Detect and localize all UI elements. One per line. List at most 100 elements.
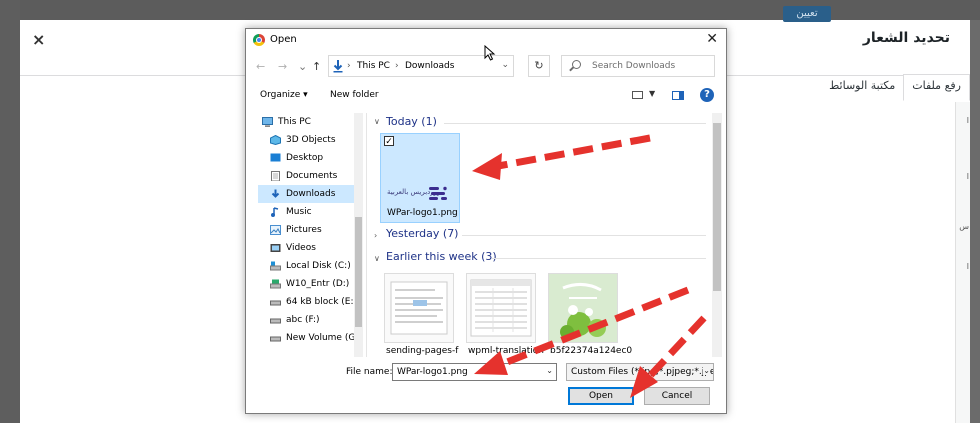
sidebar-item-pictures[interactable]: Pictures: [258, 221, 354, 239]
organize-button[interactable]: Organize ▾: [260, 90, 308, 100]
document-preview-icon: [470, 279, 532, 337]
modal-title: تحديد الشعار: [862, 30, 950, 46]
image-preview-icon: [549, 274, 617, 342]
group-header-earlier-this-week[interactable]: Earlier this week (3): [386, 250, 497, 263]
chevron-right-icon[interactable]: ›: [374, 231, 377, 240]
scrollbar-thumb[interactable]: [355, 217, 362, 327]
modal-close-button[interactable]: ×: [32, 30, 45, 49]
breadcrumb-this-pc[interactable]: This PC: [357, 61, 390, 71]
navigation-scrollbar[interactable]: [354, 113, 363, 357]
drive-icon: [270, 279, 281, 289]
file-thumbnail[interactable]: [466, 273, 536, 343]
set-logo-button[interactable]: تعيين: [783, 6, 831, 22]
sidebar-item-local-disk-c[interactable]: Local Disk (C:): [258, 257, 354, 275]
sidebar-item-label: 3D Objects: [286, 135, 336, 145]
file-thumbnail[interactable]: [548, 273, 618, 343]
search-icon: [572, 60, 581, 69]
file-name-label: b5f22374a124ec0: [550, 346, 633, 356]
wpar-logo-thumbnail: ووردبريس بالعربية: [387, 186, 447, 200]
document-preview-icon: [390, 281, 448, 335]
checkbox[interactable]: ✓: [384, 136, 394, 147]
sidebar-item-new-volume-g[interactable]: New Volume (G:: [258, 329, 354, 347]
sidebar-item-3d-objects[interactable]: 3D Objects: [258, 131, 354, 149]
open-button[interactable]: Open: [568, 387, 634, 405]
file-type-value: Custom Files (*.jpg;*.pjpeg;*.jpe: [571, 367, 714, 377]
drive-icon: [270, 318, 281, 324]
group-header-today[interactable]: Today (1): [386, 115, 437, 128]
chevron-down-icon[interactable]: ∨: [374, 117, 380, 126]
view-options-icon[interactable]: [632, 91, 643, 99]
sidebar-item-label: Downloads: [286, 189, 336, 199]
backdrop-left: [0, 0, 20, 423]
file-name-label: sending-pages-f: [386, 346, 459, 356]
forward-arrow-icon[interactable]: →: [278, 60, 287, 73]
dialog-title: Open: [270, 34, 297, 45]
preview-pane-icon[interactable]: [672, 91, 684, 100]
file-item-selected[interactable]: ✓ ووردبريس بالعربية WPar-logo1.png: [380, 133, 460, 223]
breadcrumb-downloads[interactable]: Downloads: [405, 61, 454, 71]
search-input[interactable]: Search Downloads: [561, 55, 715, 77]
sidebar-item-documents[interactable]: Documents: [258, 167, 354, 185]
music-icon: [271, 207, 279, 217]
local-disk-icon: [270, 261, 281, 271]
sidebar-item-w10-entr-d[interactable]: W10_Entr (D:): [258, 275, 354, 293]
dialog-close-button[interactable]: ✕: [706, 31, 718, 47]
sidebar-item-label: Local Disk (C:): [286, 261, 351, 271]
sidebar-item-label: W10_Entr (D:): [286, 279, 350, 289]
file-name-label: wpml-translation: [468, 346, 544, 356]
3d-objects-icon: [270, 135, 281, 145]
file-name-field-label: File name:: [346, 367, 393, 377]
computer-icon: [262, 117, 273, 127]
pictures-icon: [270, 225, 281, 235]
chevron-down-icon[interactable]: ∨: [374, 254, 380, 263]
chrome-icon: [253, 34, 265, 46]
sidebar-item-64kb-block-e[interactable]: 64 kB block (E:): [258, 293, 354, 311]
scrollbar-thumb[interactable]: [713, 123, 721, 291]
desktop-icon: [270, 153, 281, 162]
sidebar-item-downloads[interactable]: Downloads: [258, 185, 354, 203]
file-thumbnail[interactable]: [384, 273, 454, 343]
new-folder-button[interactable]: New folder: [330, 90, 379, 100]
pane-divider: [366, 113, 367, 357]
file-name-input[interactable]: WPar-logo1.png ⌄: [392, 363, 557, 381]
chevron-down-icon[interactable]: ⌄: [703, 366, 710, 375]
sidebar-item-this-pc[interactable]: This PC: [258, 113, 354, 131]
drive-icon: [270, 336, 281, 342]
modal-right-panel: ا ا س ا: [955, 102, 970, 423]
cancel-button[interactable]: Cancel: [644, 387, 710, 405]
sidebar-item-label: Documents: [286, 171, 338, 181]
navigation-pane: This PC 3D Objects Desktop Documents Dow…: [258, 113, 366, 357]
file-name-label: WPar-logo1.png: [387, 208, 458, 218]
recent-dropdown-icon[interactable]: ⌄: [298, 60, 307, 73]
chevron-down-icon[interactable]: ▼: [649, 89, 655, 98]
backdrop-top: [0, 0, 980, 20]
search-placeholder: Search Downloads: [592, 61, 676, 71]
videos-icon: [270, 244, 281, 252]
file-type-select[interactable]: Custom Files (*.jpg;*.pjpeg;*.jpe ⌄: [566, 363, 714, 381]
help-icon[interactable]: ?: [700, 88, 714, 102]
refresh-icon: ↻: [534, 59, 544, 72]
sidebar-item-music[interactable]: Music: [258, 203, 354, 221]
back-arrow-icon[interactable]: ←: [256, 60, 265, 73]
chevron-down-icon[interactable]: ⌄: [501, 60, 509, 70]
sidebar-item-abc-f[interactable]: abc (F:): [258, 311, 354, 329]
sidebar-item-label: This PC: [278, 117, 311, 127]
documents-icon: [271, 171, 280, 181]
refresh-button[interactable]: ↻: [528, 55, 550, 77]
file-list: ∨ Today (1) ✓ ووردبريس بالعربية WPar-log…: [370, 113, 712, 357]
mouse-cursor-icon: [484, 45, 496, 61]
sidebar-item-desktop[interactable]: Desktop: [258, 149, 354, 167]
tab-upload-files[interactable]: رفع ملفات: [903, 74, 970, 101]
sidebar-item-label: Pictures: [286, 225, 322, 235]
modal-tabs: رفع ملفات مكتبة الوسائط: [821, 74, 970, 101]
tab-media-library[interactable]: مكتبة الوسائط: [821, 75, 903, 101]
chevron-down-icon[interactable]: ⌄: [546, 366, 553, 375]
dialog-footer: File name: WPar-logo1.png ⌄ Custom Files…: [246, 359, 726, 413]
sidebar-item-label: 64 kB block (E:): [286, 297, 354, 307]
sidebar-item-videos[interactable]: Videos: [258, 239, 354, 257]
group-header-yesterday[interactable]: Yesterday (7): [386, 227, 458, 240]
sidebar-item-label: abc (F:): [286, 315, 320, 325]
sidebar-item-label: New Volume (G:: [286, 333, 354, 343]
up-arrow-icon[interactable]: ↑: [312, 60, 321, 73]
file-list-scrollbar[interactable]: [712, 113, 722, 357]
